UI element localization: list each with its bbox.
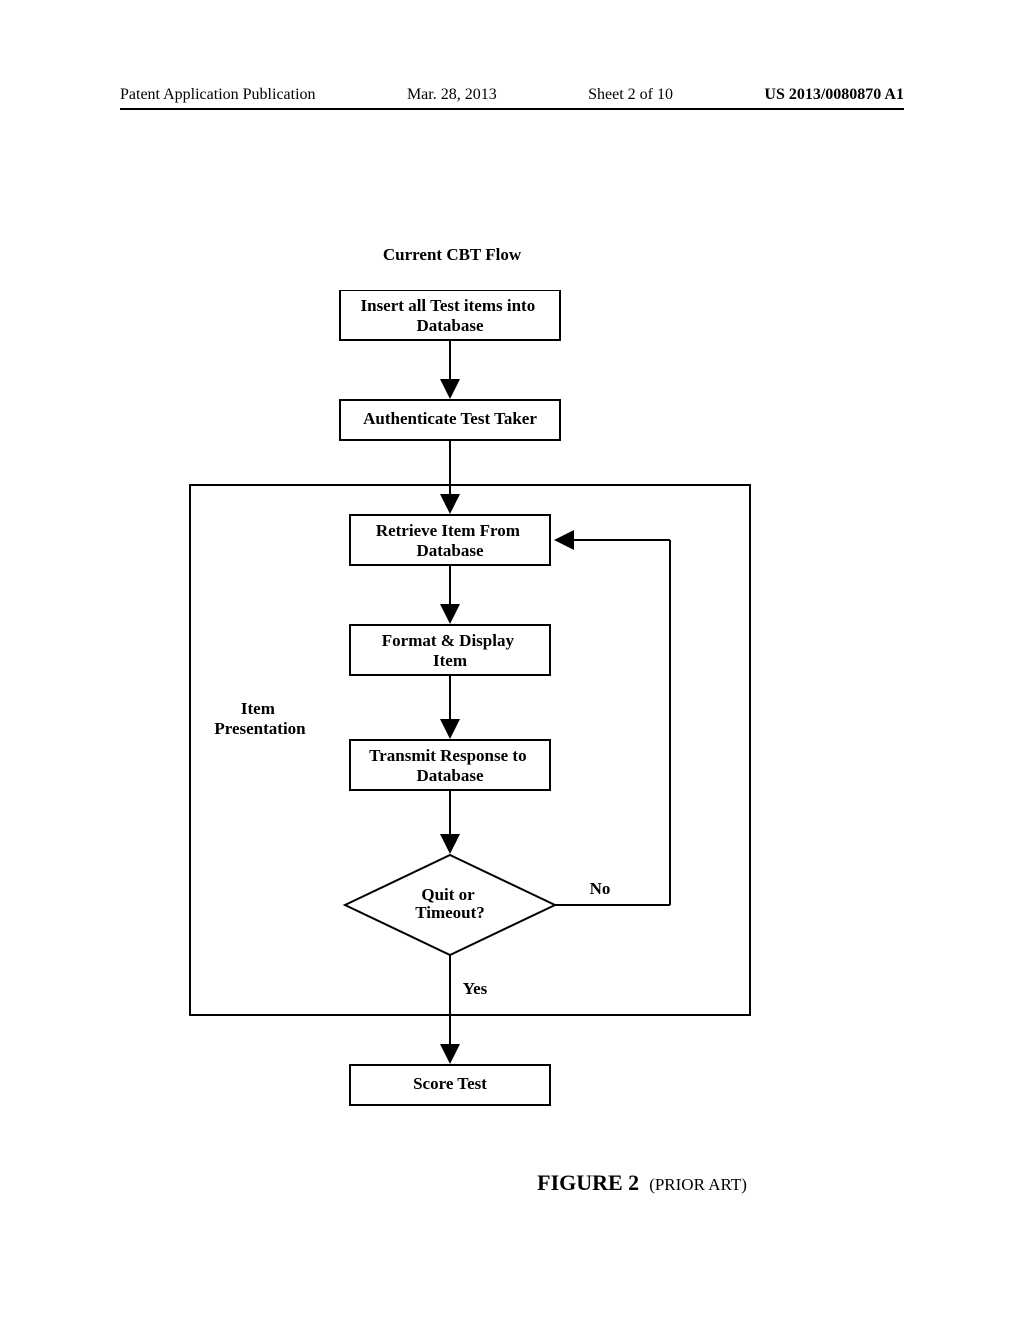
flowchart-svg: Item Presentation Insert all Test items … — [0, 290, 1024, 1165]
figure-annotation: (PRIOR ART) — [649, 1175, 747, 1194]
page-header: Patent Application Publication Mar. 28, … — [120, 86, 904, 110]
box-retrieve-label: Retrieve Item From Database — [376, 521, 524, 560]
pub-date: Mar. 28, 2013 — [407, 86, 497, 104]
figure-number: FIGURE 2 — [537, 1170, 639, 1195]
edge-no-label: No — [590, 879, 611, 898]
loop-label: Item Presentation — [214, 699, 306, 738]
pub-title: Patent Application Publication — [120, 86, 316, 104]
box-insert-label: Insert all Test items into Database — [361, 296, 540, 335]
edge-yes-label: Yes — [463, 979, 488, 998]
decision-label: Quit or Timeout? — [415, 885, 485, 922]
figure-caption: FIGURE 2 (PRIOR ART) — [0, 1170, 1024, 1196]
patent-number: US 2013/0080870 A1 — [764, 86, 904, 104]
box-auth-label: Authenticate Test Taker — [363, 409, 537, 428]
box-format-label: Format & Display Item — [382, 631, 518, 670]
box-transmit-label: Transmit Response to Database — [369, 746, 531, 785]
box-score-label: Score Test — [413, 1074, 487, 1093]
sheet-number: Sheet 2 of 10 — [588, 86, 673, 104]
diagram-title: Current CBT Flow — [0, 245, 904, 265]
